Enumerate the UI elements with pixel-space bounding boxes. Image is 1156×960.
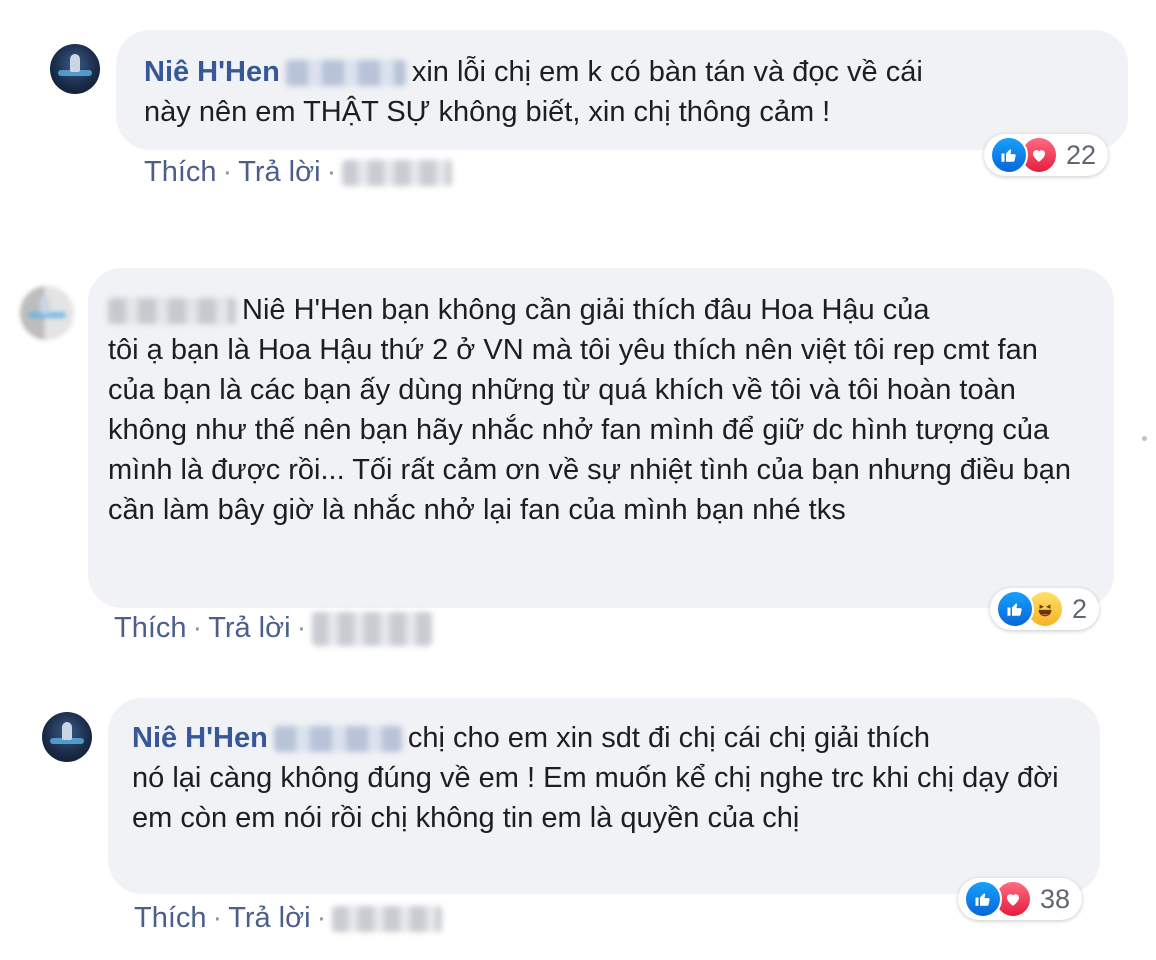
comment-actions: Thích · Trả lời · xyxy=(144,156,453,189)
timestamp[interactable] xyxy=(312,612,433,647)
reaction-count: 22 xyxy=(1066,139,1097,170)
reply-link[interactable]: Trả lời xyxy=(208,612,290,644)
reaction-summary[interactable]: 22 xyxy=(984,134,1109,176)
reaction-count: 38 xyxy=(1040,883,1071,914)
reaction-summary[interactable]: 2 xyxy=(990,588,1100,630)
like-link[interactable]: Thích xyxy=(144,156,217,188)
separator: · xyxy=(326,156,337,188)
like-link[interactable]: Thích xyxy=(134,902,207,934)
reaction-count: 2 xyxy=(1072,593,1088,624)
comment-text-rest: này nên em THẬT SỰ không biết, xin chị t… xyxy=(144,96,831,128)
comment-text-line1: chị cho em xin sdt đi chị cái chị giải t… xyxy=(407,722,931,754)
comment-author[interactable]: Niê H'Hen xyxy=(144,56,280,88)
timestamp[interactable] xyxy=(332,906,443,933)
separator: · xyxy=(296,612,307,644)
reply-link[interactable]: Trả lời xyxy=(238,156,320,188)
redacted-name xyxy=(285,60,406,87)
comment-actions: Thích · Trả lời · xyxy=(114,612,433,647)
avatar[interactable] xyxy=(20,286,74,340)
like-icon xyxy=(990,136,1028,174)
comment-text-line1: xin lỗi chị em k có bàn tán và đọc về cá… xyxy=(411,56,923,88)
separator: · xyxy=(316,902,327,934)
comment-text-line1: Niê H'Hen bạn không cần giải thích đâu H… xyxy=(242,294,930,326)
redacted-name xyxy=(273,726,402,753)
comment-bubble: Niê H'Hen xin lỗi chị em k có bàn tán và … xyxy=(116,30,1128,150)
avatar[interactable] xyxy=(42,712,92,762)
like-icon xyxy=(996,590,1034,628)
comment-text-rest: tôi ạ bạn là Hoa Hậu thứ 2 ở VN mà tôi y… xyxy=(108,334,1072,526)
separator: · xyxy=(212,902,223,934)
reply-link[interactable]: Trả lời xyxy=(228,902,310,934)
comment-actions: Thích · Trả lời · xyxy=(134,902,443,935)
comment-bubble: Niê H'Hen chị cho em xin sdt đi chị cái c… xyxy=(108,698,1100,894)
like-icon xyxy=(964,880,1002,918)
timestamp[interactable] xyxy=(342,160,453,187)
separator: · xyxy=(222,156,233,188)
comment-text-rest: nó lại càng không đúng về em ! Em muốn k… xyxy=(132,762,1059,834)
avatar[interactable] xyxy=(50,44,100,94)
like-link[interactable]: Thích xyxy=(114,612,187,644)
comment-author[interactable]: Niê H'Hen xyxy=(132,722,268,754)
scroll-indicator xyxy=(1142,436,1147,441)
separator: · xyxy=(192,612,203,644)
reaction-summary[interactable]: 38 xyxy=(958,878,1083,920)
comment-bubble: Niê H'Hen bạn không cần giải thích đâu H… xyxy=(88,268,1114,608)
redacted-name xyxy=(108,298,236,325)
